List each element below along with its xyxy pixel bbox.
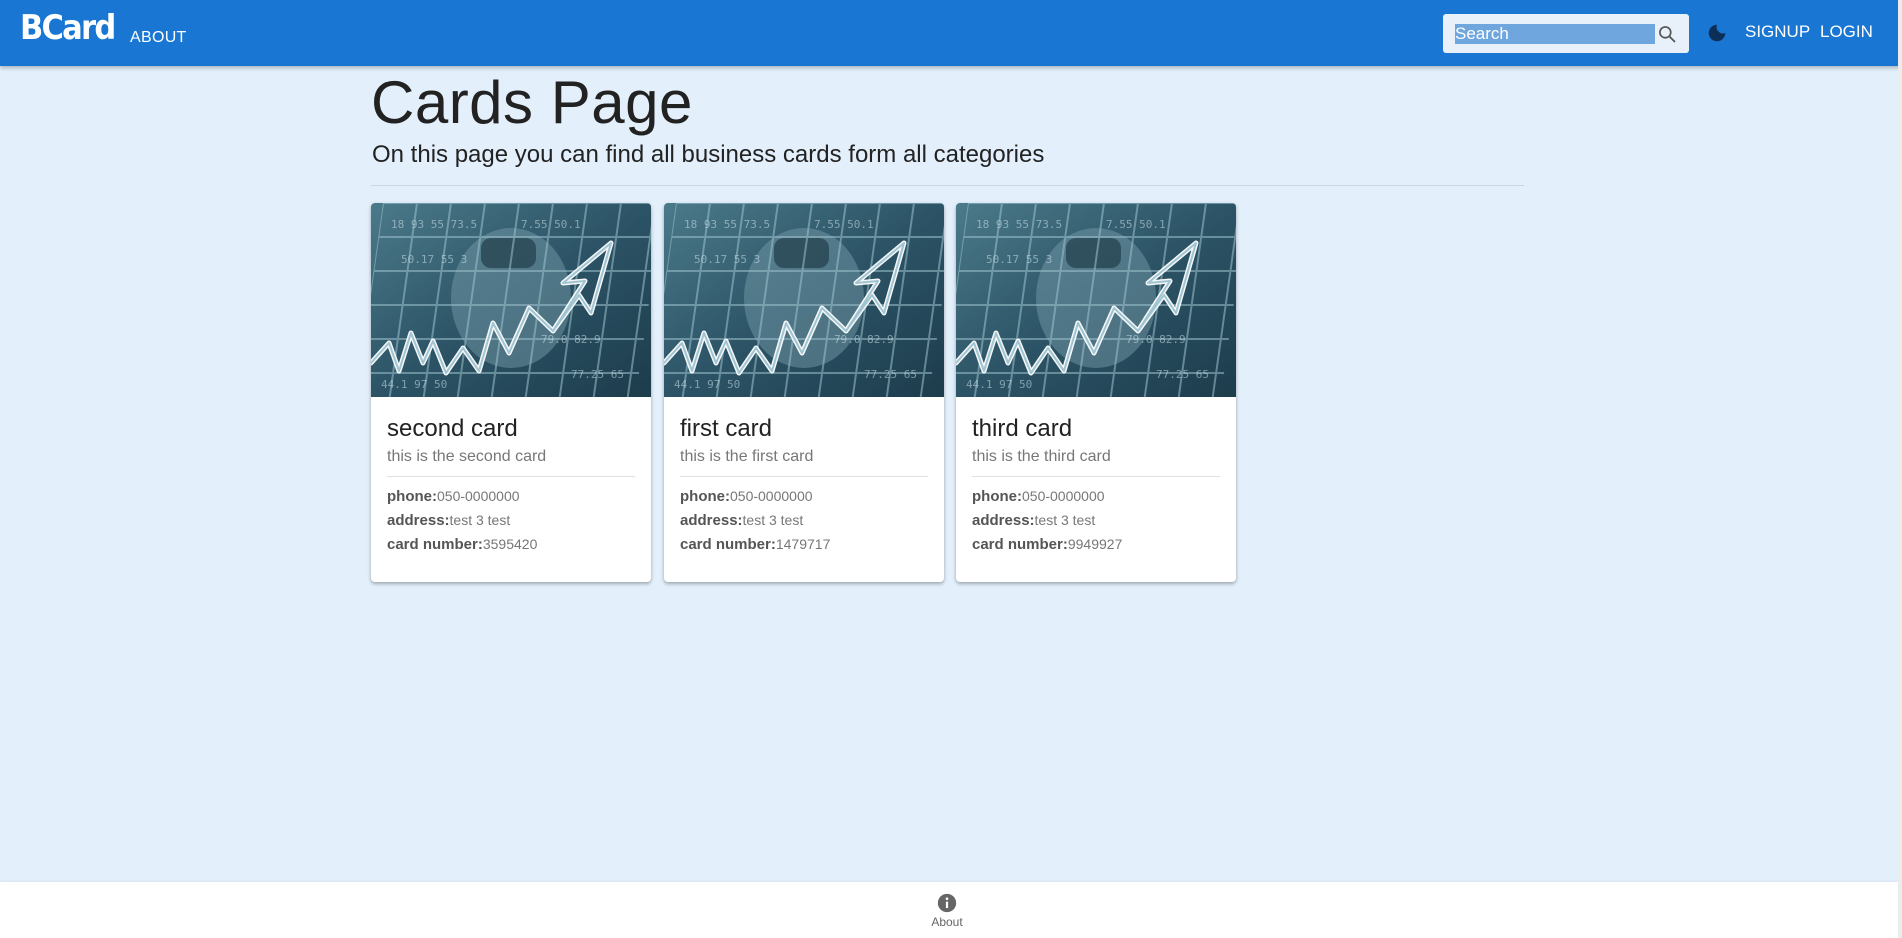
card-title: third card	[972, 415, 1073, 442]
card-image	[956, 203, 1236, 397]
card-address: address:test 3 test	[972, 512, 1095, 529]
card-title: first card	[680, 415, 773, 442]
card-number-value: 9949927	[1067, 536, 1123, 552]
card-subtitle: this is the second card	[387, 448, 547, 465]
page-title: Cards Page	[371, 69, 693, 136]
card-phone: phone:050-0000000	[972, 488, 1105, 505]
card-divider	[972, 476, 1220, 477]
nav-about-link[interactable]: ABOUT	[130, 29, 187, 47]
bottom-nav-about[interactable]: About	[922, 892, 972, 929]
business-card[interactable]: third card this is the third card phone:…	[956, 203, 1236, 582]
phone-label: phone:	[387, 488, 437, 505]
card-phone: phone:050-0000000	[680, 488, 813, 505]
card-image	[664, 203, 944, 397]
card-number-label: card number:	[387, 536, 483, 553]
card-subtitle: this is the first card	[680, 448, 814, 465]
vertical-scrollbar[interactable]	[1898, 0, 1902, 938]
search-box	[1443, 14, 1689, 53]
address-label: address:	[387, 512, 450, 529]
card-title: second card	[387, 415, 518, 442]
search-input[interactable]	[1443, 14, 1667, 53]
card-number-value: 1479717	[775, 536, 831, 552]
phone-label: phone:	[972, 488, 1022, 505]
info-icon	[937, 893, 957, 913]
card-image	[371, 203, 651, 397]
card-divider	[387, 476, 635, 477]
search-icon[interactable]	[1657, 24, 1677, 44]
card-address: address:test 3 test	[680, 512, 803, 529]
phone-label: phone:	[680, 488, 730, 505]
address-value: test 3 test	[1034, 512, 1096, 528]
signup-link[interactable]: SIGNUP	[1745, 22, 1810, 42]
card-number: card number:3595420	[387, 536, 537, 553]
page-divider	[371, 185, 1524, 186]
business-card[interactable]: first card this is the first card phone:…	[664, 203, 944, 582]
moon-icon[interactable]	[1706, 22, 1728, 44]
card-divider	[680, 476, 928, 477]
phone-value: 050-0000000	[730, 488, 813, 504]
address-label: address:	[972, 512, 1035, 529]
business-card[interactable]: second card this is the second card phon…	[371, 203, 651, 582]
card-subtitle: this is the third card	[972, 448, 1111, 465]
card-number-label: card number:	[972, 536, 1068, 553]
card-phone: phone:050-0000000	[387, 488, 520, 505]
card-number: card number:9949927	[972, 536, 1122, 553]
brand-logo[interactable]: BCard	[20, 8, 116, 48]
bottom-navigation: About	[0, 882, 1898, 938]
bottom-nav-about-label: About	[931, 915, 963, 929]
app-bar: BCard ABOUT SIGNUP LOGIN	[0, 0, 1902, 66]
page-subtitle: On this page you can find all business c…	[372, 141, 1045, 168]
phone-value: 050-0000000	[437, 488, 520, 504]
card-number-value: 3595420	[482, 536, 538, 552]
address-value: test 3 test	[742, 512, 804, 528]
card-number-label: card number:	[680, 536, 776, 553]
address-label: address:	[680, 512, 743, 529]
login-link[interactable]: LOGIN	[1820, 22, 1873, 42]
card-address: address:test 3 test	[387, 512, 510, 529]
address-value: test 3 test	[449, 512, 511, 528]
card-number: card number:1479717	[680, 536, 830, 553]
phone-value: 050-0000000	[1022, 488, 1105, 504]
